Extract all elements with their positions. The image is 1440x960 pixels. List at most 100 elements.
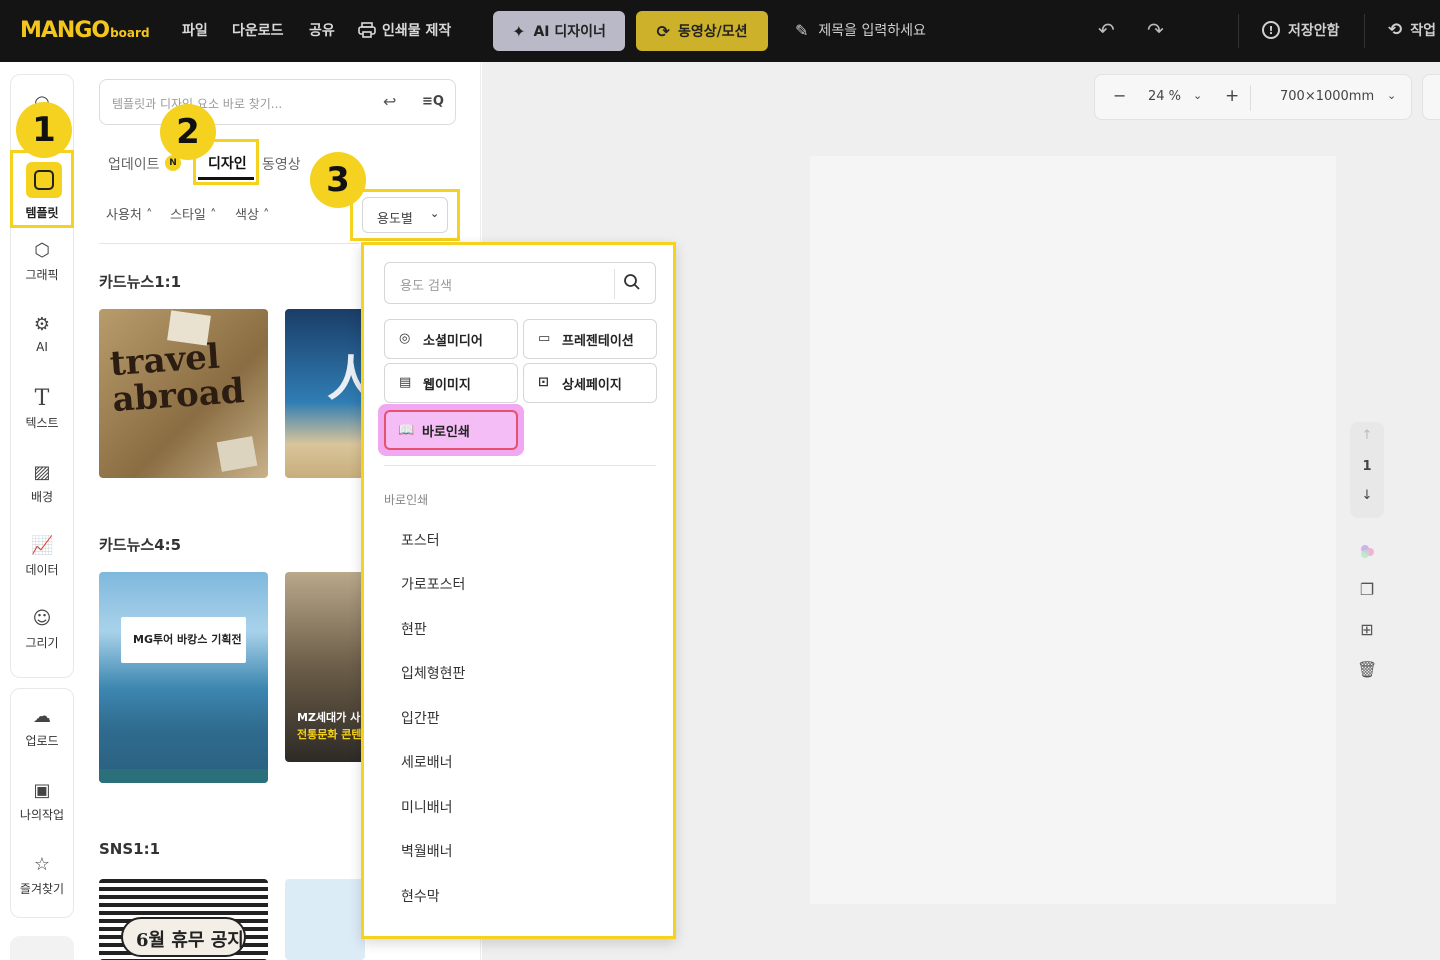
zoom-out-icon[interactable]: − (1113, 86, 1126, 105)
rail-item-label: 그래픽 (25, 268, 59, 282)
chevron-down-icon[interactable]: ⌄ (1387, 89, 1396, 102)
chip-web-image[interactable]: ▤ 웹이미지 (384, 363, 518, 403)
usage-item[interactable]: 가로포스터 (401, 574, 465, 594)
menu-print[interactable]: 인쇄물 제작 (358, 20, 451, 40)
tab-update[interactable]: 업데이트 (108, 154, 160, 174)
menu-print-label: 인쇄물 제작 (382, 23, 452, 39)
zoom-toolbar: − 24 % ⌄ + 700×1000mm ⌄ (1094, 74, 1412, 120)
rail-item-label: 그리기 (25, 636, 59, 650)
template-thumbnail[interactable] (285, 879, 365, 960)
menu-file[interactable]: 파일 (182, 20, 208, 40)
usage-item[interactable]: 입체형현판 (401, 663, 465, 683)
footer-strip (99, 769, 268, 783)
copy-page-icon[interactable]: ❐ (1357, 580, 1377, 600)
divider (99, 243, 359, 244)
usage-search-placeholder: 용도 검색 (400, 279, 452, 294)
chip-presentation[interactable]: ▭ 프레젠테이션 (523, 319, 657, 359)
add-page-icon[interactable]: ⊞ (1357, 620, 1377, 640)
rail-item-ai[interactable]: ⚙ AI (10, 314, 74, 354)
work-history[interactable]: ⟲ 작업 (1388, 20, 1436, 40)
divider (1238, 14, 1239, 48)
rail-item-label: 템플릿 (25, 206, 59, 220)
chip-label: 소셜미디어 (423, 333, 483, 349)
canvas-size[interactable]: 700×1000mm (1280, 89, 1374, 104)
usage-dropdown-label: 용도별 (377, 212, 413, 227)
usage-item[interactable]: 벽월배너 (401, 841, 453, 861)
ai-chip-icon: ⚙ (33, 314, 51, 335)
chip-social-media[interactable]: ◎ 소셜미디어 (384, 319, 518, 359)
usage-search-input[interactable]: 용도 검색 (384, 262, 656, 304)
title-input[interactable]: ✎ 제목을 입력하세요 (795, 20, 926, 40)
photo-decoration (216, 436, 258, 472)
divider (1364, 14, 1365, 48)
template-thumbnail[interactable]: ⼈ (285, 309, 365, 478)
video-motion-button[interactable]: ⟳ 동영상/모션 (636, 11, 768, 51)
chip-direct-print-highlight[interactable]: 📖 바로인쇄 (378, 404, 524, 456)
filter-style[interactable]: 스타일 ˄ (170, 204, 217, 223)
menu-download[interactable]: 다운로드 (232, 20, 284, 40)
chip-detail-page[interactable]: ⊡ 상세페이지 (523, 363, 657, 403)
rail-item-label: 즐겨찾기 (19, 882, 65, 896)
rail-item-my-work[interactable]: ▣ 나의작업 (10, 780, 74, 823)
usage-item[interactable]: 현판 (401, 619, 427, 639)
filter-usage-place[interactable]: 사용처 ˄ (106, 204, 153, 223)
rail-item-text[interactable]: T 텍스트 (10, 388, 74, 431)
template-thumbnail[interactable]: MG투어 바캉스 기획전 (99, 572, 268, 783)
template-thumbnail[interactable]: 6월 휴무 공지 (99, 879, 268, 960)
usage-item[interactable]: 현수막 (401, 886, 440, 906)
work-label: 작업 (1410, 23, 1437, 39)
rail-item-background[interactable]: ▨ 배경 (10, 462, 74, 505)
undo-icon[interactable]: ↶ (1098, 18, 1115, 42)
usage-item[interactable]: 세로배너 (401, 752, 453, 772)
mangoboard-logo[interactable]: MANGO board (20, 18, 150, 44)
color-palette-icon[interactable] (1357, 542, 1377, 562)
section-title: SNS1:1 (99, 840, 161, 858)
usage-dropdown[interactable]: 용도별 ⌄ (362, 197, 448, 233)
arrow-down-icon[interactable]: ↓ (1350, 488, 1384, 503)
trash-icon[interactable]: 🗑 (1357, 660, 1377, 680)
history-icon: ⟲ (1388, 20, 1403, 40)
filter-color[interactable]: 색상 ˄ (235, 204, 270, 223)
info-icon: ! (1262, 21, 1280, 39)
design-page[interactable] (810, 156, 1336, 904)
usage-section-title: 바로인쇄 (384, 493, 429, 507)
divider (1250, 85, 1251, 111)
chip-label: 상세페이지 (562, 377, 622, 393)
rail-item-label: 데이터 (25, 563, 59, 577)
usage-item[interactable]: 포스터 (401, 530, 440, 550)
template-search-input[interactable]: 템플릿과 디자인 요소 바로 찾기... ↩ ≡Q (99, 79, 456, 125)
tab-video[interactable]: 동영상 (262, 154, 301, 174)
draw-face-icon: ☺ (32, 608, 52, 629)
rail-more[interactable] (10, 936, 74, 960)
rail-item-template[interactable]: 템플릿 (10, 150, 74, 228)
usage-item[interactable]: 입간판 (401, 708, 440, 728)
rail-item-draw[interactable]: ☺ 그리기 (10, 608, 74, 651)
filter-label: 사용처 (106, 208, 142, 223)
save-status[interactable]: ! 저장안함 (1262, 20, 1340, 40)
section-title: 카드뉴스4:5 (99, 536, 182, 554)
zoom-in-icon[interactable]: + (1225, 86, 1239, 106)
rail-item-graphic[interactable]: ⬡ 그래픽 (10, 240, 74, 283)
return-icon[interactable]: ↩ (383, 92, 396, 111)
redo-icon[interactable]: ↷ (1147, 18, 1164, 42)
rail-item-favorites[interactable]: ☆ 즐겨찾기 (10, 854, 74, 897)
rail-item-data[interactable]: 📈 데이터 (10, 535, 74, 578)
ai-designer-button[interactable]: ✦ AI 디자이너 (493, 11, 625, 51)
chip-direct-print[interactable]: 📖 바로인쇄 (384, 410, 518, 450)
ai-designer-label: AI 디자이너 (533, 24, 606, 40)
template-thumbnail[interactable]: travel abroad (99, 309, 268, 478)
usage-dropdown-highlight[interactable]: 용도별 ⌄ (350, 189, 460, 241)
filter-search-icon[interactable]: ≡Q (422, 94, 444, 109)
toolbar-extra[interactable] (1422, 74, 1440, 120)
page-navigator: ↑ 1 ↓ (1350, 422, 1384, 518)
template-thumbnail[interactable]: MZ세대가 사 전통문화 콘텐 (285, 572, 365, 762)
usage-item[interactable]: 미니배너 (401, 797, 453, 817)
chevron-down-icon[interactable]: ⌄ (1193, 89, 1202, 102)
menu-share[interactable]: 공유 (309, 20, 335, 40)
zoom-level[interactable]: 24 % (1148, 89, 1181, 104)
my-work-icon: ▣ (33, 780, 51, 801)
arrow-up-icon[interactable]: ↑ (1350, 428, 1384, 443)
search-icon[interactable] (623, 273, 641, 291)
rail-item-upload[interactable]: ☁ 업로드 (10, 706, 74, 749)
book-icon: 📖 (398, 422, 415, 438)
